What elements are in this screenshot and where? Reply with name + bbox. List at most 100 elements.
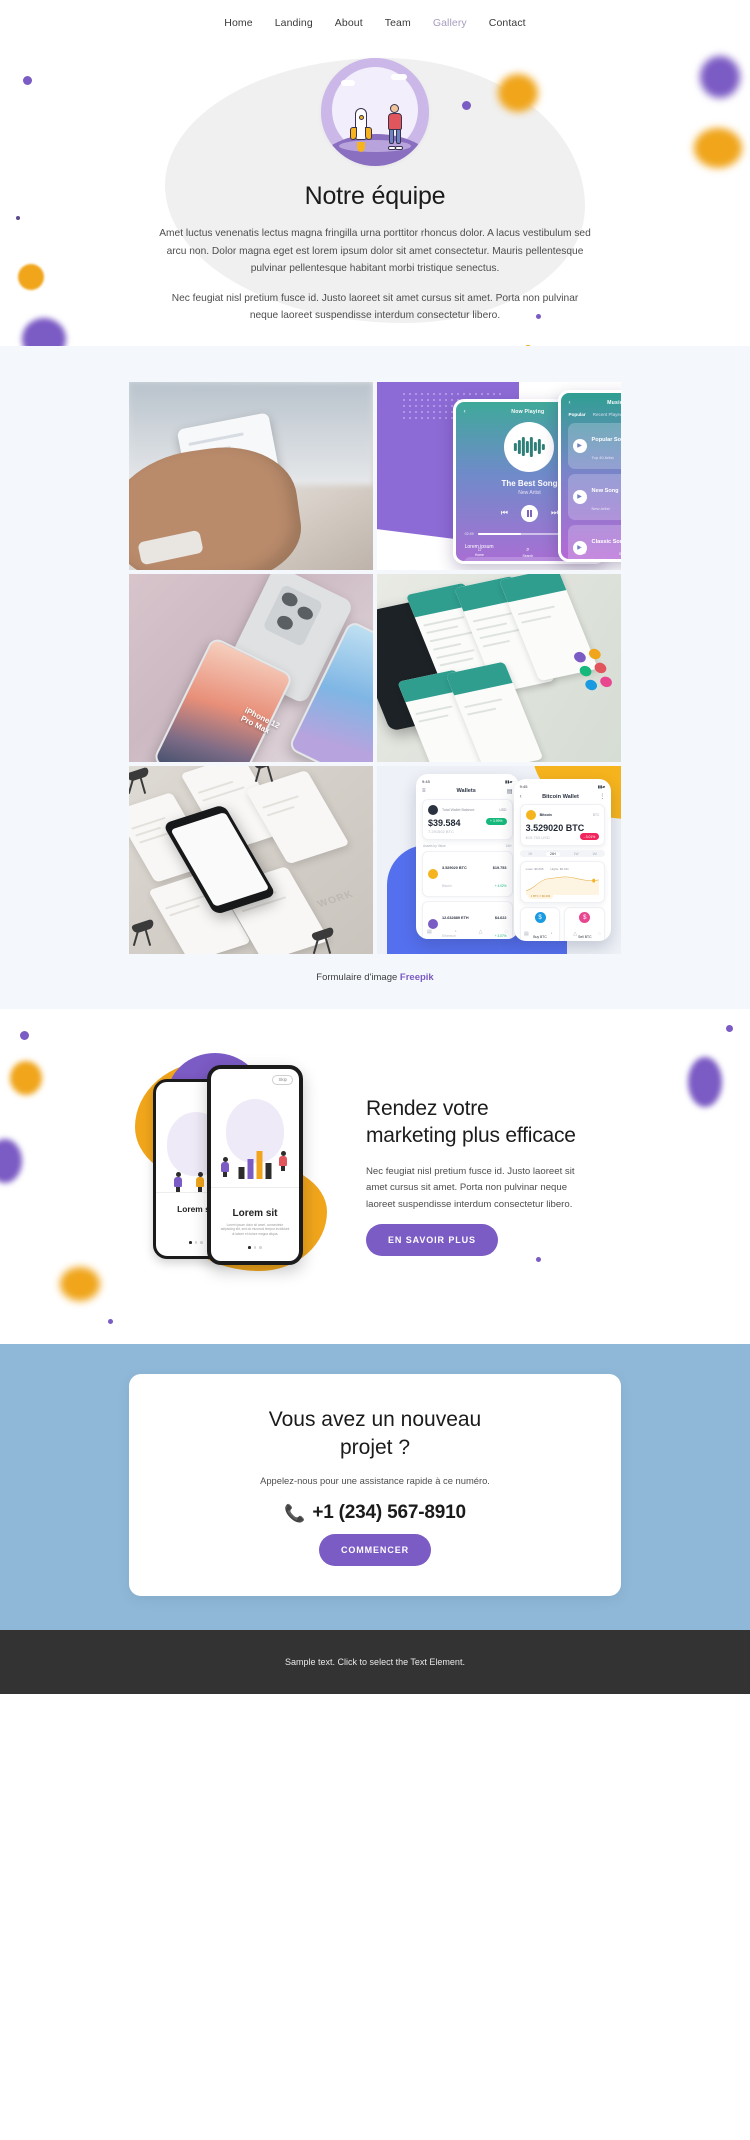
total-balance-card: Total Wallet Balance USD $39.584 + 3.99%… <box>422 798 513 840</box>
marketing-learn-more-button[interactable]: EN SAVOIR PLUS <box>366 1223 498 1256</box>
tabbar-home: Home <box>576 551 587 556</box>
gallery-image-hand-phone[interactable] <box>129 382 373 570</box>
chart-tooltip: 1 BTC = $6.482 <box>527 893 554 900</box>
asset-amount: 3.529020 BTC <box>442 866 467 871</box>
sell-icon: $ <box>579 912 591 924</box>
tabbar-home: Home <box>474 553 484 558</box>
bitcoin-icon-2 <box>525 810 536 821</box>
settings-icon-nav-2: ◌ <box>597 930 601 937</box>
settings-icon-nav: ◌ <box>504 928 508 935</box>
deco-blob-purple-mk-right <box>688 1057 722 1107</box>
chair-icon-4 <box>309 926 339 954</box>
price-line-chart <box>525 876 600 896</box>
range-tab-1h: 1H <box>528 851 533 856</box>
nav-item-contact[interactable]: Contact <box>489 17 526 29</box>
deco-blob-orange-mk-1 <box>10 1061 42 1095</box>
deco-dot-purple-6 <box>20 1031 29 1040</box>
cta-phone-number[interactable]: +1 (234) 567-8910 <box>312 1502 466 1524</box>
marketing-paragraph: Nec feugiat nisl pretium fusce id. Justo… <box>366 1165 575 1211</box>
marketing-section: Skip Lorem sit <box>0 1009 750 1344</box>
asset-value: $4.622 <box>494 915 507 920</box>
marketing-heading-line2: marketing plus efficace <box>366 1124 576 1148</box>
status-icons: ▮▮▰ <box>505 778 513 784</box>
chart-legend-high: Highs: $0.911 <box>550 867 569 872</box>
gallery-grid: ‹ Now Playing ☰ The Best Song New Artist… <box>129 382 621 954</box>
gallery-caption: Formulaire d'image Freepik <box>0 972 750 983</box>
gallery-image-crypto-wallets[interactable]: 9:45 ▮▮▰ ≡ Wallets ▤ Total Wallet Balanc… <box>377 766 621 954</box>
chart-icon-nav-2: ◔ <box>549 930 553 937</box>
asset-amount: 12.632889 ETH <box>442 915 469 920</box>
cta-heading: Vous avez un nouveau projet ? <box>149 1406 601 1461</box>
gallery-section: ‹ Now Playing ☰ The Best Song New Artist… <box>0 346 750 1009</box>
phone-icon: 📞 <box>284 1503 306 1523</box>
bitcoin-amount-sub: $19.753 USD <box>525 834 550 840</box>
balance-change-badge: + 3.99% <box>485 817 507 825</box>
ethereum-icon <box>428 918 439 929</box>
asset-row: 3.529020 BTC Bitcoin $19.753 + 4.02% <box>422 851 513 898</box>
alert-icon-nav: △ <box>478 928 483 935</box>
equalizer-icon <box>514 436 545 457</box>
colored-icon-chips <box>572 647 614 692</box>
bitcoin-balance-card: Bitcoin BTC 3.529020 BTC $19.753 USD - 3… <box>519 804 606 847</box>
back-icon-2: ‹ <box>568 399 571 406</box>
search-icon: ⌕ <box>619 545 621 552</box>
onboarding-phone-front: Skip Lorem sit Lorem ipsum dolor sit ame… <box>207 1065 303 1265</box>
cta-heading-line2: projet ? <box>339 1435 411 1459</box>
cta-section: Vous avez un nouveau projet ? Appelez-no… <box>0 1344 750 1631</box>
footer-text[interactable]: Sample text. Click to select the Text El… <box>285 1657 465 1667</box>
song-list-item: ▶ Classic Song Legend ♡ <box>567 524 621 560</box>
song-list-item: ▶ New Song New Artist ♡ <box>567 473 621 520</box>
previous-icon: ⏮ <box>500 508 508 518</box>
cta-card: Vous avez un nouveau projet ? Appelez-no… <box>129 1374 621 1597</box>
more-icon: ⋮ <box>599 794 606 801</box>
range-tab-1w: 1W <box>573 851 579 856</box>
search-icon: ⌕ <box>526 547 530 554</box>
gallery-image-iphones[interactable]: iPhone 12 Pro Max <box>129 574 373 762</box>
hero-section: Notre équipe Amet luctus venenatis lectu… <box>0 36 750 346</box>
wallets-phone-mockup: 9:45 ▮▮▰ ≡ Wallets ▤ Total Wallet Balanc… <box>416 773 519 939</box>
marketing-illustration: Skip Lorem sit <box>129 1053 344 1280</box>
alert-icon-nav-2: △ <box>573 930 578 937</box>
range-tab-24h: 24H <box>546 851 560 856</box>
asset-value: $19.753 <box>492 866 507 871</box>
cta-lead: Appelez-nous pour une assistance rapide … <box>260 1475 490 1487</box>
bitcoin-amount: 3.529020 BTC <box>525 823 585 834</box>
buy-icon: $ <box>534 912 546 924</box>
coin-ticker: BTC <box>592 813 600 818</box>
nav-item-home[interactable]: Home <box>224 17 252 29</box>
album-art <box>504 421 555 472</box>
song-name: Popular Song <box>591 436 621 443</box>
balance-label: Total Wallet Balance <box>442 807 475 812</box>
chair-icon-3 <box>129 919 159 950</box>
hero-rocket-illustration <box>321 58 429 166</box>
nav-item-landing[interactable]: Landing <box>275 17 313 29</box>
deco-blob-orange-mk-2 <box>60 1267 100 1301</box>
gallery-image-app-screens[interactable] <box>377 574 621 762</box>
deco-dot-purple-9 <box>726 1025 733 1032</box>
asset-name: Bitcoin <box>442 884 452 889</box>
figure-icon-d <box>221 1157 229 1177</box>
onboarding-title-front: Lorem sit <box>232 1208 278 1219</box>
coin-name: Bitcoin <box>539 813 552 818</box>
nav-item-team[interactable]: Team <box>385 17 411 29</box>
cta-heading-line1: Vous avez un nouveau <box>268 1408 482 1431</box>
onboarding-body-front: Lorem ipsum dolor sit amet, consectetur … <box>220 1222 290 1237</box>
back-icon: ‹ <box>463 408 466 415</box>
nav-item-about[interactable]: About <box>335 17 363 29</box>
wallet-icon-nav-2: ▤ <box>524 930 529 937</box>
card-icon: ▤ <box>506 788 513 795</box>
assets-list-label: Assets by Value <box>423 843 446 848</box>
gallery-image-work-desk[interactable]: WORK <box>129 766 373 954</box>
nav-item-gallery[interactable]: Gallery <box>433 17 467 29</box>
bitcoin-change-badge: - 3.01% <box>579 833 600 841</box>
gallery-image-music-app[interactable]: ‹ Now Playing ☰ The Best Song New Artist… <box>377 382 621 570</box>
wallet-icon <box>428 804 439 815</box>
hero-paragraph-2: Nec feugiat nisl pretium fusce id. Justo… <box>171 292 579 322</box>
marketing-heading-line1: Rendez votre <box>366 1097 489 1121</box>
cta-start-button[interactable]: COMMENCER <box>318 1534 432 1567</box>
status-time-2: 9:45 <box>519 784 528 790</box>
song-name: Classic Song <box>591 538 621 545</box>
gallery-caption-link[interactable]: Freepik <box>400 972 434 983</box>
tabbar-search: Search <box>522 554 534 559</box>
range-tab-1m: 1M <box>592 851 597 856</box>
